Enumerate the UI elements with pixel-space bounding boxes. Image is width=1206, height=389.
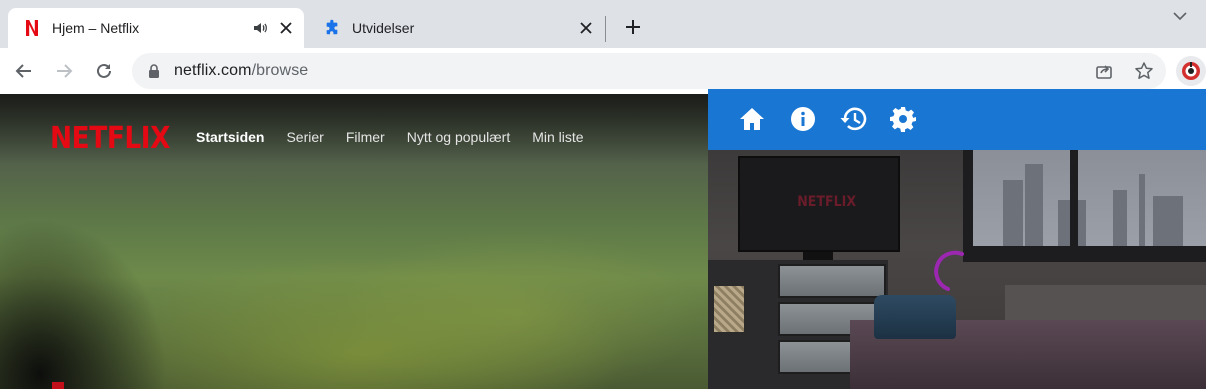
tab-title: Hjem – Netflix — [52, 20, 140, 36]
bookmark-star-icon[interactable] — [1134, 61, 1154, 81]
lock-icon[interactable] — [146, 63, 162, 79]
tab-netflix[interactable]: Hjem – Netflix — [8, 8, 304, 48]
drawer — [778, 264, 886, 298]
netflix-logo[interactable]: NETFLIX — [50, 121, 171, 156]
nav-item-min-liste[interactable]: Min liste — [532, 129, 583, 145]
extension-logo-icon — [1182, 62, 1200, 80]
basket — [712, 284, 746, 334]
address-bar[interactable]: netflix.com/browse — [132, 53, 1166, 89]
preview-image: NETFLIX — [708, 150, 1206, 389]
settings-icon[interactable] — [889, 105, 917, 133]
tab-extensions[interactable]: Utvidelser — [308, 8, 604, 48]
url-domain: netflix.com — [174, 62, 252, 79]
close-tab-icon[interactable] — [578, 20, 594, 36]
history-icon[interactable] — [839, 105, 867, 133]
extension-popup: NETFLIX — [708, 89, 1206, 389]
tv-stand — [803, 252, 833, 260]
reload-icon[interactable] — [90, 57, 118, 85]
nav-item-nytt-og-populaert[interactable]: Nytt og populært — [407, 129, 511, 145]
netflix-n-icon — [24, 20, 40, 36]
browser-toolbar: netflix.com/browse — [0, 48, 1206, 94]
url-path: /browse — [251, 62, 309, 79]
url-text: netflix.com/browse — [174, 62, 308, 80]
tv-netflix-logo: NETFLIX — [797, 194, 857, 210]
netflix-nav: Startsiden Serier Filmer Nytt og populær… — [196, 129, 606, 145]
forward-arrow-icon[interactable] — [50, 57, 78, 85]
netflix-n-badge-icon — [52, 382, 64, 389]
new-tab-plus-icon[interactable] — [620, 14, 646, 40]
nav-item-filmer[interactable]: Filmer — [346, 129, 385, 145]
window — [963, 150, 1206, 262]
speaker-icon[interactable] — [252, 20, 268, 36]
close-tab-icon[interactable] — [278, 20, 294, 36]
chevron-down-icon[interactable] — [1168, 6, 1192, 26]
extension-button[interactable] — [1176, 56, 1206, 86]
info-icon[interactable] — [789, 105, 817, 133]
share-icon[interactable] — [1094, 61, 1114, 81]
pillow — [874, 295, 956, 339]
tab-strip: Hjem – Netflix Utvidelser — [0, 0, 1206, 48]
nav-item-startsiden[interactable]: Startsiden — [196, 129, 264, 145]
puzzle-extension-icon — [324, 19, 340, 36]
nav-item-serier[interactable]: Serier — [286, 129, 323, 145]
tab-divider — [605, 16, 606, 42]
popup-toolbar — [708, 89, 1206, 150]
home-icon[interactable] — [738, 105, 766, 133]
back-arrow-icon[interactable] — [10, 57, 38, 85]
loading-spinner-icon — [934, 250, 964, 291]
tab-title: Utvidelser — [352, 20, 415, 36]
tv-screen: NETFLIX — [738, 156, 900, 252]
